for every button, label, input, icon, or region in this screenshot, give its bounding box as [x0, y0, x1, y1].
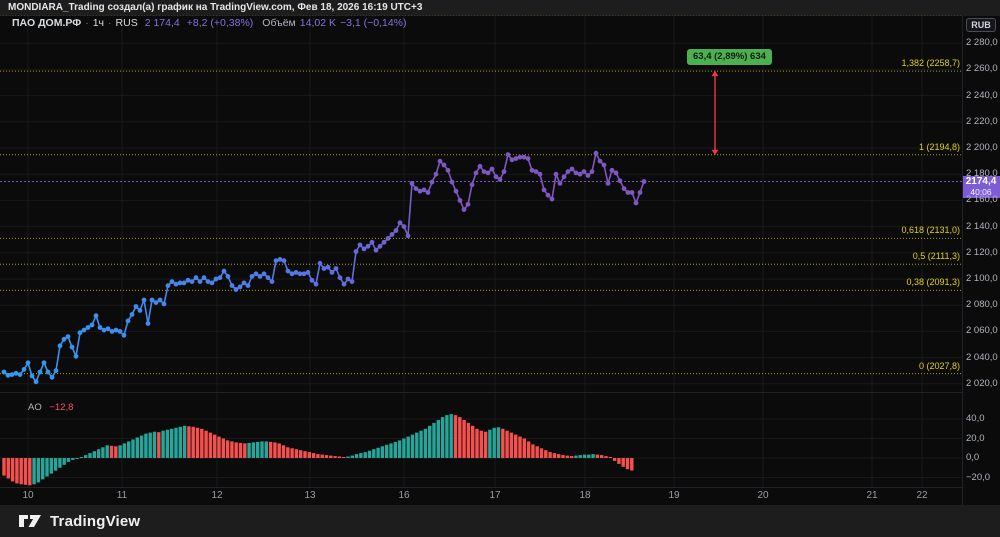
time-axis-label: 12: [211, 490, 223, 501]
fib-level-label: 0,38 (2091,3): [906, 277, 960, 288]
volume-value: 14,02 K: [299, 17, 336, 29]
time-axis-label: 21: [866, 490, 878, 501]
price-change: +8,2 (+0,38%): [186, 17, 254, 29]
symbol-header[interactable]: ПАО ДОМ.РФ · 1ч · RUS 2 174,4 +8,2 (+0,38%) Объ…: [12, 17, 407, 30]
time-axis-label: 17: [489, 490, 501, 501]
tradingview-chart-window: MONDIARA_Trading создал(а) график на Tra…: [0, 0, 1000, 537]
symbol-name[interactable]: ПАО ДОМ.РФ: [12, 17, 81, 29]
separator-dot: ·: [108, 17, 112, 29]
interval-label[interactable]: 1ч: [93, 17, 104, 29]
time-axis-label: 19: [668, 490, 680, 501]
fib-level-label: 1,382 (2258,7): [901, 58, 960, 69]
price-axis-tick: 2 160,0: [966, 194, 998, 206]
ao-indicator-name[interactable]: AO: [28, 402, 42, 413]
ao-indicator-value: −12,8: [49, 402, 74, 413]
price-axis-tick: 2 220,0: [966, 115, 998, 127]
price-axis-tick: 2 120,0: [966, 246, 998, 258]
chart-canvas[interactable]: [0, 0, 1000, 537]
tradingview-logo-text: TradingView: [50, 512, 141, 530]
price-axis-divider: [962, 16, 963, 505]
fib-level-label: 0,618 (2131,0): [901, 225, 960, 236]
time-axis-label: 20: [757, 490, 769, 501]
price-axis-tick: 2 040,0: [966, 351, 998, 363]
fib-level-label: 0 (2027,8): [918, 360, 960, 371]
volume-change: −3,1 (−0,14%): [339, 17, 407, 29]
time-axis-divider: [0, 487, 962, 488]
time-axis-label: 10: [22, 490, 34, 501]
price-axis-tick: 2 180,0: [966, 168, 998, 180]
price-axis-tick: 2 200,0: [966, 142, 998, 153]
volume-label: Объём: [262, 17, 296, 29]
separator-dot: ·: [85, 17, 89, 29]
currency-button[interactable]: RUB: [966, 18, 996, 32]
measure-result-badge[interactable]: 63,4 (2,89%) 634: [687, 49, 772, 65]
time-axis-label: 11: [116, 490, 128, 501]
ao-axis-tick: 20,0: [966, 432, 985, 444]
price-axis-tick: 2 020,0: [966, 377, 998, 389]
exchange-label[interactable]: RUS: [116, 17, 138, 29]
time-axis-label: 16: [398, 490, 410, 501]
ao-axis-tick: 0,0: [966, 452, 980, 463]
last-price: 2 174,4: [144, 17, 180, 29]
price-axis-tick: 2 080,0: [966, 299, 998, 311]
price-axis-tick: 2 280,0: [966, 37, 998, 49]
price-axis-tick: 2 100,0: [966, 273, 998, 284]
time-axis-label: 13: [304, 490, 316, 501]
ao-axis-tick: −20,0: [966, 471, 991, 483]
price-axis-tick: 2 060,0: [966, 325, 998, 337]
ao-axis-tick: 40,0: [966, 413, 985, 424]
pane-divider[interactable]: [0, 392, 962, 393]
price-axis-tick: 2 140,0: [966, 220, 998, 232]
tradingview-logo-icon: [19, 515, 41, 527]
ao-indicator-label[interactable]: AO −12,8: [28, 402, 73, 413]
fib-level-label: 0,5 (2111,3): [912, 251, 960, 262]
bottom-toolbar: TradingView: [0, 505, 1000, 537]
fib-level-label: 1 (2194,8): [918, 141, 960, 152]
price-axis-tick: 2 240,0: [966, 89, 998, 101]
time-axis-label: 22: [916, 490, 928, 501]
tradingview-logo[interactable]: TradingView: [18, 511, 140, 531]
time-axis-label: 18: [579, 490, 591, 501]
price-axis-tick: 2 260,0: [966, 63, 998, 75]
